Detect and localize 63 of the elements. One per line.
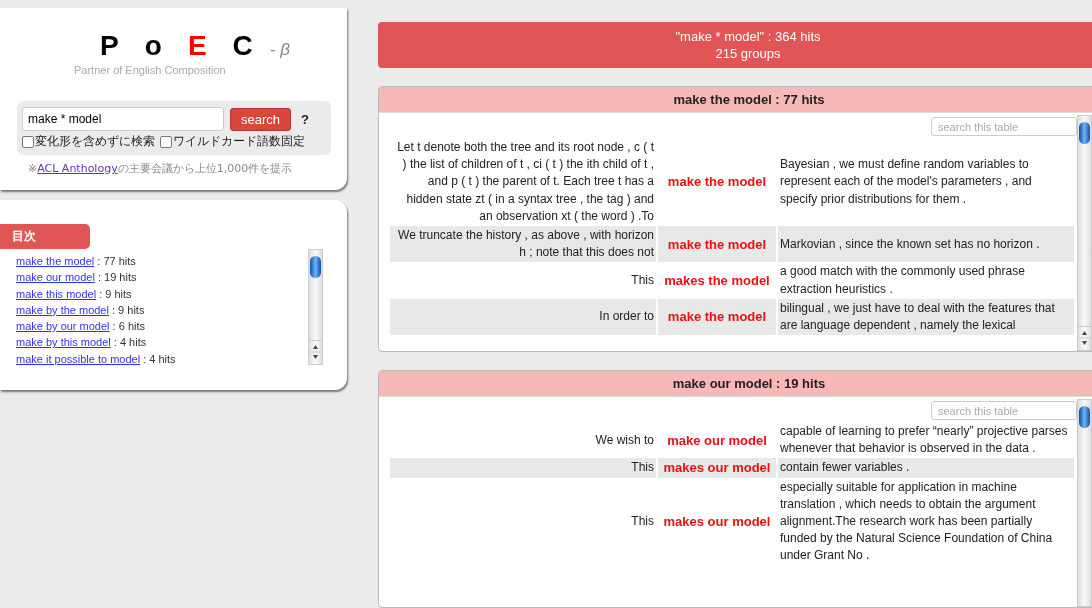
scrollbar[interactable]	[1077, 399, 1092, 607]
help-link[interactable]: ?	[301, 111, 309, 127]
hit-count: : 6 hits	[111, 320, 145, 333]
scroll-thumb[interactable]	[310, 256, 321, 278]
context-before: This	[630, 513, 655, 530]
hit-count: : 4 hits	[142, 352, 176, 365]
context-after: bilingual , we just have to deal with the features that are language dependent , namely the lexical	[778, 298, 1074, 336]
match-phrase: make the model	[658, 226, 776, 263]
group-title: make our model : 19 hits	[379, 371, 1092, 397]
match-phrase: makes the model	[663, 272, 771, 290]
logo-letter: P	[100, 30, 119, 62]
context-before: Let t denote both the tree and its root node , c ( t ) the list of children of t , ci ( t ) the ith child of t , and p ( t ) the parent of t. Each tree t has a hidden state zt ( in a syntax tree , the tag ) and an observation xt ( the word ) .To	[396, 139, 655, 225]
toc-link[interactable]: make this model	[16, 287, 97, 300]
checkbox-icon[interactable]	[160, 135, 172, 148]
toc-link[interactable]: make by the model	[16, 303, 109, 316]
hit-count: : 77 hits	[96, 255, 136, 267]
context-before: We wish to	[594, 431, 655, 449]
match-phrase: make the model	[658, 298, 776, 336]
anthology-link[interactable]: ACL Anthology	[37, 162, 118, 175]
scroll-thumb[interactable]	[1079, 406, 1090, 428]
toc-link[interactable]: make the model	[16, 255, 95, 267]
checkbox-icon[interactable]	[22, 135, 34, 148]
context-before: This	[630, 272, 655, 289]
context-after: capable of learning to prefer “nearly” projective parses whenever that behavior is observed in the data .	[779, 423, 1069, 458]
table-search-field[interactable]: search this table	[931, 117, 1077, 136]
match-phrase: make the model	[666, 173, 768, 192]
match-phrase: makes our model	[658, 458, 776, 478]
hit-count: : 9 hits	[111, 303, 145, 316]
table-search-field[interactable]: search this table	[931, 401, 1077, 420]
scroll-thumb[interactable]	[1079, 122, 1090, 144]
note-text: ※ACL Anthologyの主要会議から上位1,000件を提示	[28, 161, 294, 176]
context-after: Markovian , since the known set has no horizon .	[778, 226, 1074, 263]
context-before: We truncate the history , as above , with horizon h ; note that this does not	[390, 226, 656, 263]
beta-label: - β	[269, 40, 290, 60]
option-checkbox[interactable]: 変化形を含めずに検索	[22, 134, 155, 149]
logo-letter: C	[232, 30, 253, 62]
subtitle: Partner of English Composition	[74, 64, 227, 76]
search-button[interactable]: search	[230, 107, 292, 131]
context-after: Bayesian , we must define random variables to represent each of the model's parameters , and specify prior distributions for them .	[779, 156, 1033, 208]
toc-link[interactable]: make by our model	[16, 320, 110, 333]
option-checkbox[interactable]: ワイルドカード語数固定	[160, 134, 305, 149]
group-title: make the model : 77 hits	[379, 87, 1092, 113]
search-field[interactable]: make * model	[22, 107, 224, 131]
toc-link[interactable]: make by this model	[16, 336, 111, 349]
hits-total: "make * model" : 364 hits	[674, 28, 822, 45]
context-before: In order to	[390, 298, 656, 336]
match-phrase: makes our model	[662, 513, 772, 531]
context-before: This	[390, 458, 656, 478]
toc-link[interactable]: make our model	[16, 271, 95, 284]
groups-total: 215 groups	[714, 45, 782, 62]
hit-count: : 4 hits	[112, 336, 147, 349]
hit-count: : 19 hits	[96, 271, 137, 284]
context-after: especially suitable for application in machine translation , which needs to obtain the argument alignment.The research work has been partially funded by the Natural Science Foundation of China under Grant No .	[779, 478, 1054, 565]
logo-letter: o	[144, 30, 162, 62]
toc-heading: 目次	[0, 224, 90, 249]
scrollbar[interactable]	[1077, 115, 1092, 351]
toc-link[interactable]: make it possible to model	[16, 352, 141, 365]
hit-count: : 9 hits	[98, 287, 132, 300]
match-phrase: make our model	[666, 431, 768, 450]
context-after: contain fewer variables .	[778, 458, 1074, 478]
context-after: a good match with the commonly used phrase extraction heuristics .	[779, 263, 1026, 298]
scrollbar[interactable]	[308, 249, 323, 365]
logo-letter: E	[187, 30, 207, 62]
